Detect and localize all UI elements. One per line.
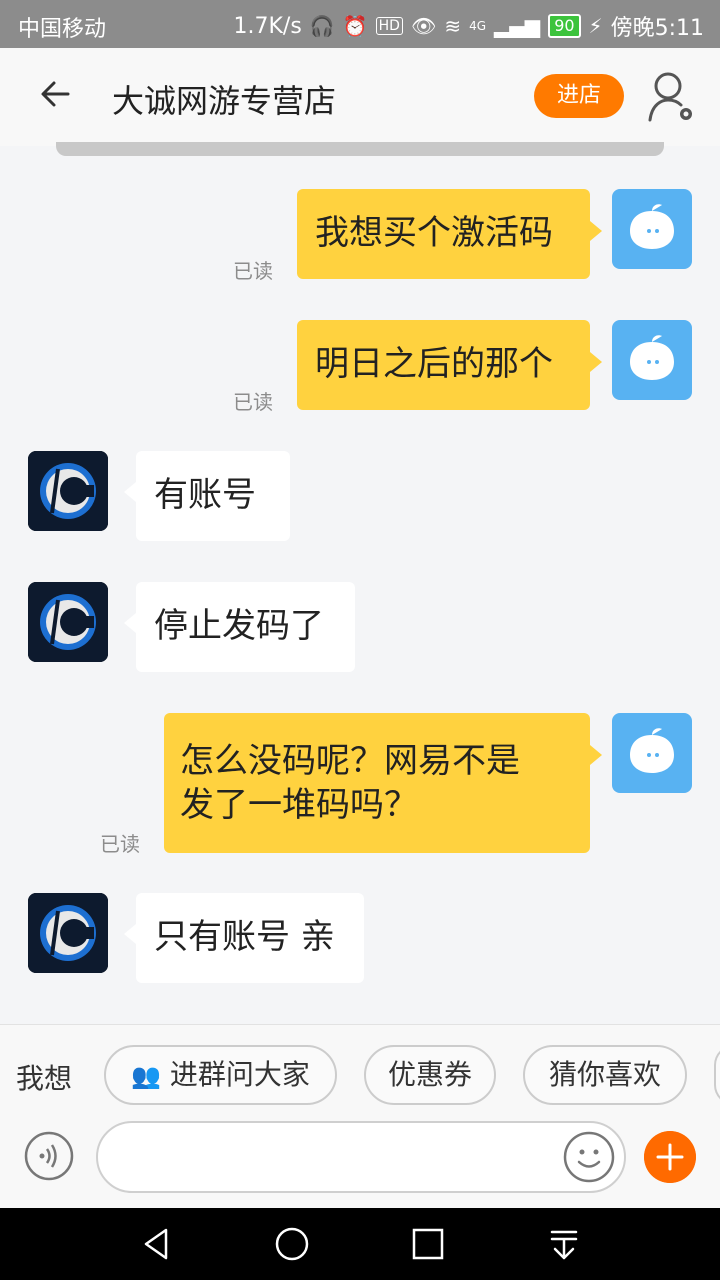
my-message-bubble[interactable]: 明日之后的那个	[297, 320, 590, 410]
group-icon: 👥	[131, 1062, 161, 1090]
eye-icon: 👁	[410, 14, 437, 38]
signal-icon: ▂▄▆	[494, 14, 541, 38]
status-right: 1.7K/s 🎧 ⏰ HD 👁 ≋ 4G ▂▄▆ 90 ⚡ 傍晚5:11	[234, 10, 704, 42]
message-line: 发了一堆码吗？	[180, 785, 418, 825]
composer-area: 我想 👥 进群问大家 优惠券 猜你喜欢	[0, 1024, 720, 1209]
my-avatar[interactable]	[612, 320, 692, 400]
emoji-icon[interactable]	[563, 1131, 615, 1183]
bubble-tail	[590, 745, 602, 765]
mascot-icon	[630, 335, 674, 380]
my-avatar[interactable]	[612, 189, 692, 269]
bubble-tail	[124, 482, 136, 502]
chip-label: 进群问大家	[169, 1058, 310, 1091]
message-line: 怎么没码呢？网易不是	[180, 741, 520, 781]
chat-header: 大诚网游专营店 进店	[0, 48, 720, 146]
mascot-icon	[630, 204, 674, 249]
more-chip[interactable]	[714, 1045, 720, 1105]
network-type: 4G	[469, 19, 487, 33]
shop-avatar[interactable]	[28, 451, 108, 531]
join-group-chip[interactable]: 👥 进群问大家	[104, 1045, 337, 1105]
clock: 傍晚5:11	[610, 16, 704, 41]
bubble-tail	[124, 924, 136, 944]
headphones-icon: 🎧	[309, 14, 335, 38]
bubble-tail	[124, 613, 136, 633]
shop-avatar[interactable]	[28, 582, 108, 662]
charging-icon: ⚡	[588, 14, 603, 38]
my-message-bubble[interactable]: 怎么没码呢？网易不是 发了一堆码吗？	[164, 713, 590, 853]
shop-message-bubble[interactable]: 只有账号 亲	[136, 893, 364, 983]
status-bar: 中国移动 1.7K/s 🎧 ⏰ HD 👁 ≋ 4G ▂▄▆ 90 ⚡ 傍晚5:1…	[0, 0, 720, 48]
chip-label: 优惠券	[387, 1058, 472, 1091]
plus-icon[interactable]	[644, 1131, 696, 1183]
shop-logo-icon	[28, 451, 108, 531]
network-speed: 1.7K/s	[233, 13, 302, 39]
battery-indicator: 90	[548, 14, 581, 38]
shop-logo-icon	[28, 893, 108, 973]
shop-avatar[interactable]	[28, 893, 108, 973]
my-avatar[interactable]	[612, 713, 692, 793]
read-receipt: 已读	[233, 259, 273, 283]
read-receipt: 已读	[100, 832, 140, 856]
shop-message-bubble[interactable]: 停止发码了	[136, 582, 355, 672]
hd-icon: HD	[375, 17, 403, 35]
system-nav-bar	[0, 1208, 720, 1280]
mascot-icon	[630, 728, 674, 773]
nav-notification-icon[interactable]	[544, 1224, 584, 1264]
shop-title: 大诚网游专营店	[112, 82, 337, 120]
back-arrow-icon[interactable]	[36, 74, 76, 114]
scroll-indicator	[56, 142, 664, 156]
enter-shop-button[interactable]: 进店	[534, 74, 624, 118]
chip-label: 猜你喜欢	[548, 1058, 661, 1091]
shop-logo-icon	[28, 582, 108, 662]
alarm-icon: ⏰	[342, 14, 368, 38]
wifi-icon: ≋	[444, 14, 462, 38]
quick-bar-label: 我想	[16, 1062, 73, 1095]
recommend-chip[interactable]: 猜你喜欢	[523, 1045, 687, 1105]
message-input[interactable]	[96, 1121, 626, 1193]
nav-recents-icon[interactable]	[408, 1224, 448, 1264]
shop-message-bubble[interactable]: 有账号	[136, 451, 290, 541]
bubble-tail	[590, 221, 602, 241]
user-settings-icon[interactable]	[648, 70, 696, 124]
read-receipt: 已读	[233, 390, 273, 414]
coupon-chip[interactable]: 优惠券	[364, 1045, 496, 1105]
nav-home-icon[interactable]	[272, 1224, 312, 1264]
nav-back-icon[interactable]	[136, 1224, 176, 1264]
bubble-tail	[590, 352, 602, 372]
voice-input-icon[interactable]	[24, 1131, 74, 1181]
carrier-name: 中国移动	[18, 17, 107, 42]
my-message-bubble[interactable]: 我想买个激活码	[297, 189, 590, 279]
